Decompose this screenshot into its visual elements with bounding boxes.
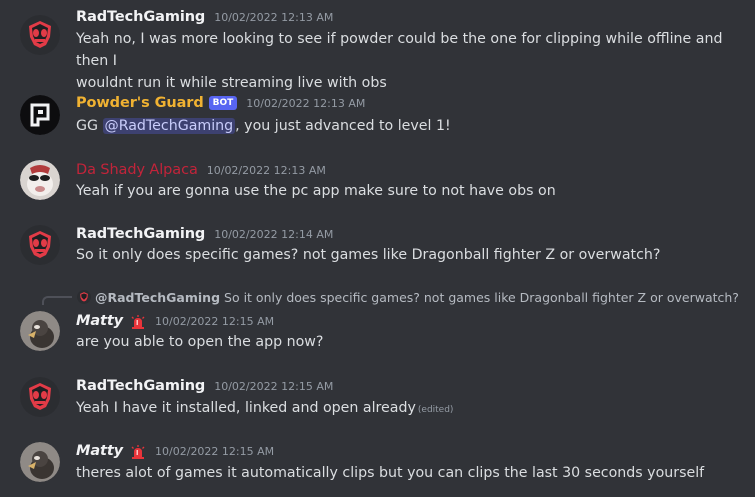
message-text: Yeah I have it installed, linked and ope…	[76, 400, 416, 416]
message-content: Yeah if you are gonna use the pc app mak…	[76, 183, 556, 199]
bird-photo-avatar	[20, 442, 60, 482]
alpaca-photo-avatar	[20, 160, 60, 200]
red-skull-logo-icon	[77, 290, 91, 304]
avatar[interactable]	[20, 160, 60, 200]
message-text: GG	[76, 118, 103, 134]
timestamp: 10/02/2022 12:14 AM	[214, 227, 334, 241]
message-line: Yeah no, I was more looking to see if po…	[76, 31, 723, 69]
user-mention[interactable]: @RadTechGaming	[102, 118, 236, 134]
username[interactable]: Matty	[76, 443, 123, 459]
message-header: Matty 10/02/2022 12:15 AM	[76, 441, 274, 461]
username[interactable]: RadTechGaming	[76, 378, 205, 394]
message-content: Yeah I have it installed, linked and ope…	[76, 397, 744, 421]
username[interactable]: Da Shady Alpaca	[76, 162, 198, 178]
avatar[interactable]	[20, 95, 60, 135]
timestamp: 10/02/2022 12:13 AM	[214, 10, 334, 24]
message-header: RadTechGaming 10/02/2022 12:15 AM	[76, 376, 333, 396]
timestamp: 10/02/2022 12:13 AM	[206, 163, 326, 177]
red-skull-logo-icon	[20, 15, 60, 55]
alarm-siren-icon	[130, 444, 146, 459]
alarm-siren-icon	[130, 314, 146, 329]
message-content: GG @RadTechGaming, you just advanced to …	[76, 115, 744, 137]
message-header: Powder's Guard BOT 10/02/2022 12:13 AM	[76, 93, 365, 113]
reply-text: So it only does specific games? not game…	[224, 289, 739, 305]
powder-logo-icon	[20, 95, 60, 135]
avatar[interactable]	[20, 15, 60, 55]
message-header: Da Shady Alpaca 10/02/2022 12:13 AM	[76, 160, 326, 180]
reply-avatar	[77, 290, 91, 304]
bot-tag: BOT	[208, 96, 238, 110]
avatar[interactable]	[20, 225, 60, 265]
message-content: are you able to open the app now?	[76, 334, 324, 350]
username[interactable]: Powder's Guard	[76, 95, 204, 111]
message-header: RadTechGaming 10/02/2022 12:13 AM	[76, 7, 333, 27]
red-skull-logo-icon	[20, 377, 60, 417]
avatar[interactable]	[20, 377, 60, 417]
message-header: RadTechGaming 10/02/2022 12:14 AM	[76, 224, 333, 244]
timestamp: 10/02/2022 12:15 AM	[155, 444, 275, 458]
username[interactable]: RadTechGaming	[76, 9, 205, 25]
reply-connector	[42, 296, 72, 305]
edited-label: (edited)	[417, 405, 454, 415]
message-content: Yeah no, I was more looking to see if po…	[76, 28, 744, 94]
red-skull-logo-icon	[20, 225, 60, 265]
message-content: So it only does specific games? not game…	[76, 247, 661, 263]
reply-author[interactable]: @RadTechGaming	[95, 290, 220, 305]
timestamp: 10/02/2022 12:13 AM	[246, 96, 366, 110]
avatar[interactable]	[20, 311, 60, 351]
message-content: theres alot of games it automatically cl…	[76, 465, 705, 481]
username[interactable]: Matty	[76, 313, 123, 329]
message-line: wouldnt run it while streaming live with…	[76, 75, 387, 91]
reply-preview[interactable]: @RadTechGaming So it only does specific …	[77, 288, 739, 306]
message-text: , you just advanced to level 1!	[235, 118, 451, 134]
bird-photo-avatar	[20, 311, 60, 351]
username[interactable]: RadTechGaming	[76, 226, 205, 242]
message-header: Matty 10/02/2022 12:15 AM	[76, 311, 274, 331]
timestamp: 10/02/2022 12:15 AM	[214, 379, 334, 393]
avatar[interactable]	[20, 442, 60, 482]
timestamp: 10/02/2022 12:15 AM	[155, 314, 275, 328]
